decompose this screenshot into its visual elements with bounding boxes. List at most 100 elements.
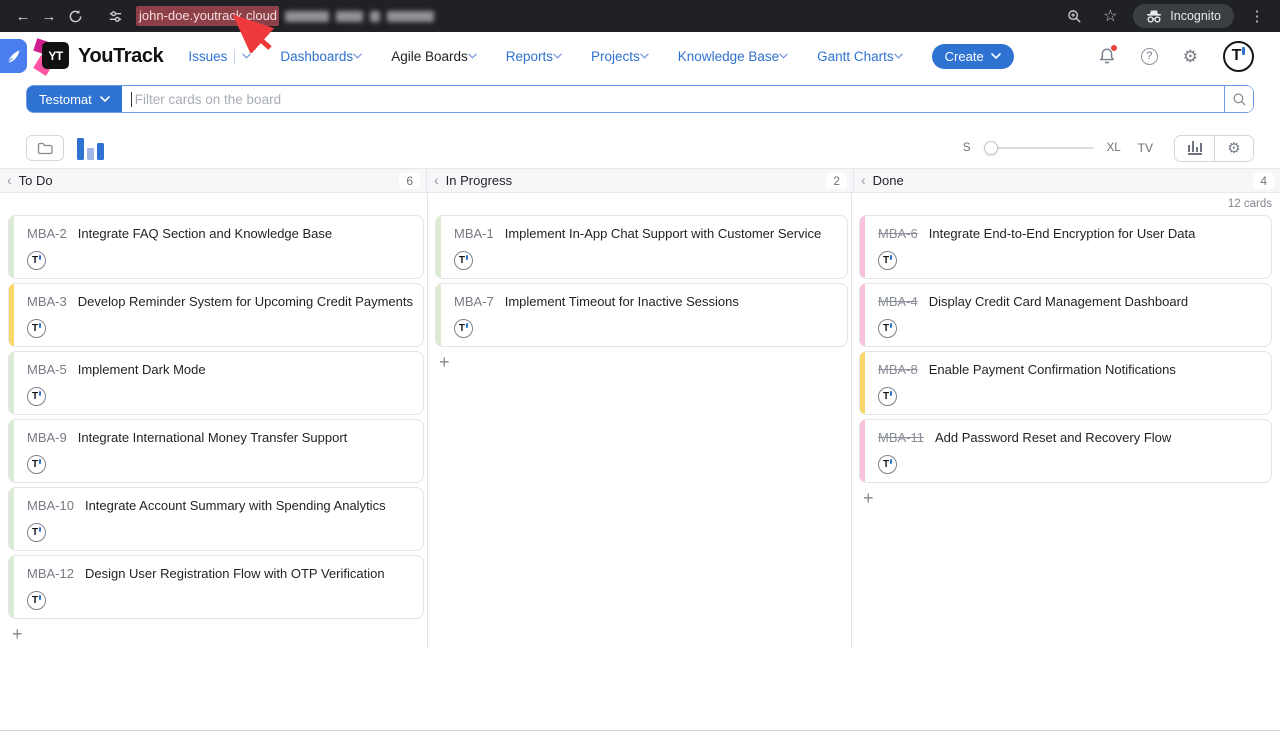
chevron-down-icon[interactable] (553, 53, 562, 59)
issue-title[interactable]: Design User Registration Flow with OTP V… (85, 566, 385, 581)
column-header[interactable]: ‹ To Do 6 (0, 169, 426, 192)
issue-id[interactable]: MBA-4 (878, 294, 918, 309)
notifications-bell-icon[interactable] (1098, 47, 1116, 65)
project-folder-button[interactable] (26, 135, 64, 161)
issue-title[interactable]: Display Credit Card Management Dashboard (929, 294, 1188, 309)
assignee-avatar[interactable]: T (27, 319, 46, 338)
nav-item[interactable]: Reports (506, 49, 562, 64)
chevron-down-icon[interactable] (353, 53, 362, 59)
browser-back-icon[interactable]: ← (10, 3, 36, 29)
issue-id[interactable]: MBA-7 (454, 294, 494, 309)
board-settings-button[interactable]: ⚙ (1214, 136, 1253, 161)
assignee-avatar[interactable]: T (27, 591, 46, 610)
nav-item[interactable]: Knowledge Base (678, 49, 788, 64)
nav-item[interactable]: Projects (591, 49, 649, 64)
issue-card[interactable]: MBA-5 Implement Dark Mode T (8, 351, 424, 415)
assignee-avatar[interactable]: T (454, 319, 473, 338)
column-header[interactable]: ‹ In Progress 2 (426, 169, 853, 192)
add-card-button[interactable]: + (859, 487, 878, 509)
nav-item[interactable]: Issues (188, 49, 251, 64)
issue-card[interactable]: MBA-4 Display Credit Card Management Das… (859, 283, 1272, 347)
chevron-down-icon[interactable] (640, 53, 649, 59)
issue-id[interactable]: MBA-1 (454, 226, 494, 241)
issue-id[interactable]: MBA-2 (27, 226, 67, 241)
filter-input[interactable] (132, 92, 1224, 107)
assignee-avatar[interactable]: T (878, 455, 897, 474)
board-columns: MBA-2 Integrate FAQ Section and Knowledg… (0, 193, 1280, 648)
nav-item[interactable]: Gantt Charts (817, 49, 903, 64)
youtrack-wordmark[interactable]: YouTrack (78, 45, 163, 68)
assignee-avatar[interactable]: T (454, 251, 473, 270)
issue-card[interactable]: MBA-6 Integrate End-to-End Encryption fo… (859, 215, 1272, 279)
youtrack-logo[interactable]: YT (35, 39, 69, 73)
address-bar[interactable]: john-doe.youtrack.cloud (136, 6, 1061, 26)
issue-id[interactable]: MBA-11 (878, 430, 924, 445)
search-button[interactable] (1224, 86, 1253, 112)
slider-knob[interactable] (984, 141, 998, 155)
nav-item[interactable]: Agile Boards (391, 49, 477, 64)
chevron-down-icon[interactable] (779, 53, 788, 59)
assignee-avatar[interactable]: T (878, 251, 897, 270)
zoom-page-icon[interactable] (1061, 3, 1087, 29)
issue-card[interactable]: MBA-11 Add Password Reset and Recovery F… (859, 419, 1272, 483)
user-avatar[interactable]: T (1223, 41, 1254, 72)
column-header[interactable]: ‹ Done 4 (853, 169, 1280, 192)
add-card-button[interactable]: + (435, 351, 454, 373)
issue-card[interactable]: MBA-12 Design User Registration Flow wit… (8, 555, 424, 619)
assignee-avatar[interactable]: T (27, 251, 46, 270)
collapse-column-icon[interactable]: ‹ (7, 172, 12, 188)
issue-card[interactable]: MBA-1 Implement In-App Chat Support with… (435, 215, 848, 279)
browser-reload-icon[interactable] (62, 3, 88, 29)
issue-card[interactable]: MBA-2 Integrate FAQ Section and Knowledg… (8, 215, 424, 279)
issue-title[interactable]: Implement Timeout for Inactive Sessions (505, 294, 739, 309)
bookmark-star-icon[interactable]: ☆ (1097, 3, 1123, 29)
issue-title[interactable]: Enable Payment Confirmation Notification… (929, 362, 1176, 377)
browser-menu-icon[interactable]: ⋮ (1244, 3, 1270, 29)
issue-title[interactable]: Add Password Reset and Recovery Flow (935, 430, 1171, 445)
chevron-down-icon[interactable] (468, 53, 477, 59)
issue-id[interactable]: MBA-9 (27, 430, 67, 445)
chevron-down-icon[interactable] (894, 53, 903, 59)
issue-id[interactable]: MBA-8 (878, 362, 918, 377)
add-card-button[interactable]: + (8, 623, 27, 645)
extension-tab[interactable] (0, 39, 27, 73)
browser-toolbar: ← → john-doe.youtrack.cloud (0, 0, 1280, 32)
nav-item[interactable]: Dashboards (280, 49, 362, 64)
tv-mode-button[interactable]: TV (1138, 141, 1153, 155)
issue-id[interactable]: MBA-5 (27, 362, 67, 377)
assignee-avatar[interactable]: T (878, 319, 897, 338)
chart-view-toggle[interactable] (77, 136, 104, 160)
issue-title[interactable]: Implement In-App Chat Support with Custo… (505, 226, 821, 241)
url-text[interactable]: john-doe.youtrack.cloud (136, 6, 279, 26)
issue-card[interactable]: MBA-9 Integrate International Money Tran… (8, 419, 424, 483)
issue-title[interactable]: Implement Dark Mode (78, 362, 206, 377)
issue-title[interactable]: Integrate Account Summary with Spending … (85, 498, 386, 513)
issue-title[interactable]: Develop Reminder System for Upcoming Cre… (78, 294, 413, 309)
settings-gear-icon[interactable]: ⚙ (1183, 48, 1198, 65)
create-button[interactable]: Create (932, 44, 1014, 69)
site-info-icon[interactable] (102, 3, 128, 29)
browser-forward-icon[interactable]: → (36, 3, 62, 29)
issue-id[interactable]: MBA-12 (27, 566, 74, 581)
collapse-column-icon[interactable]: ‹ (434, 172, 439, 188)
assignee-avatar[interactable]: T (27, 387, 46, 406)
help-icon[interactable]: ? (1141, 48, 1158, 65)
issue-card[interactable]: MBA-10 Integrate Account Summary with Sp… (8, 487, 424, 551)
assignee-avatar[interactable]: T (27, 455, 46, 474)
issue-card[interactable]: MBA-7 Implement Timeout for Inactive Ses… (435, 283, 848, 347)
card-size-slider[interactable] (984, 141, 1094, 155)
issue-title[interactable]: Integrate FAQ Section and Knowledge Base (78, 226, 332, 241)
issue-id[interactable]: MBA-6 (878, 226, 918, 241)
issue-title[interactable]: Integrate End-to-End Encryption for User… (929, 226, 1196, 241)
issue-id[interactable]: MBA-10 (27, 498, 74, 513)
chart-report-button[interactable] (1175, 136, 1214, 161)
assignee-avatar[interactable]: T (27, 523, 46, 542)
chevron-down-icon[interactable] (242, 53, 251, 59)
issue-title[interactable]: Integrate International Money Transfer S… (78, 430, 348, 445)
issue-id[interactable]: MBA-3 (27, 294, 67, 309)
issue-card[interactable]: MBA-3 Develop Reminder System for Upcomi… (8, 283, 424, 347)
assignee-avatar[interactable]: T (878, 387, 897, 406)
board-selector-button[interactable]: Testomat (27, 86, 122, 112)
collapse-column-icon[interactable]: ‹ (861, 172, 866, 188)
issue-card[interactable]: MBA-8 Enable Payment Confirmation Notifi… (859, 351, 1272, 415)
